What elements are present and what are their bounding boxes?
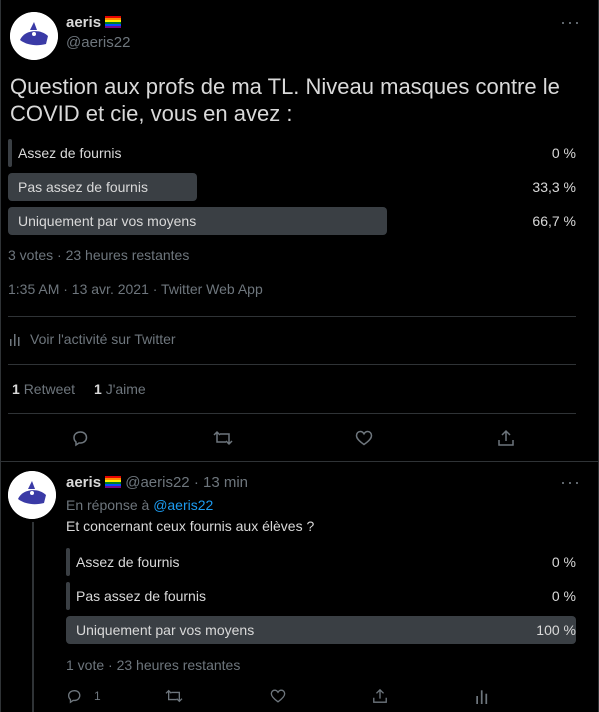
poll-option: Assez de fournis 0 % <box>8 139 576 167</box>
reply-poll-meta: 1 vote · 23 heures restantes <box>66 657 241 673</box>
avatar[interactable] <box>10 12 58 60</box>
divider <box>8 364 576 365</box>
share-icon[interactable] <box>497 429 515 447</box>
more-options-icon[interactable]: ··· <box>560 12 581 33</box>
retweets-label: Retweet <box>23 381 76 397</box>
replying-to-link[interactable]: @aeris22 <box>153 497 213 513</box>
avatar-logo-icon <box>8 471 56 519</box>
poll-option-label: Uniquement par vos moyens <box>18 213 197 229</box>
analytics-icon <box>10 334 20 346</box>
rainbow-flag-icon <box>105 476 122 488</box>
poll-option-percent: 0 % <box>551 145 576 161</box>
poll-option-label: Pas assez de fournis <box>18 179 148 195</box>
author-name[interactable]: aeris <box>66 14 122 31</box>
poll-option-percent: 0 % <box>551 588 576 604</box>
poll-bar <box>66 548 70 576</box>
poll-option-percent: 33,3 % <box>532 179 576 195</box>
divider <box>8 413 576 414</box>
divider <box>0 461 599 462</box>
reply-avatar[interactable] <box>8 471 56 519</box>
poll-option: Uniquement par vos moyens 100 % <box>66 616 576 644</box>
reply-more-options-icon[interactable]: ··· <box>560 472 581 493</box>
share-icon[interactable] <box>372 688 388 704</box>
replying-to-prefix: En réponse à <box>66 497 150 513</box>
rainbow-flag-icon <box>105 16 122 28</box>
reply-time[interactable]: · 13 min <box>194 474 248 491</box>
tweet-timestamp[interactable]: 1:35 AM · 13 avr. 2021 · Twitter Web App <box>8 281 263 297</box>
likes-count: 1 <box>94 381 102 397</box>
poll-option-percent: 66,7 % <box>532 213 576 229</box>
tweet-text-line-1: Question aux profs de ma TL. Niveau masq… <box>10 74 560 99</box>
tweet-text: Question aux profs de ma TL. Niveau masq… <box>10 73 560 127</box>
reply-text: Et concernant ceux fournis aux élèves ? <box>66 518 315 534</box>
retweets-stat[interactable]: 1 Retweet <box>12 381 75 397</box>
view-activity-link[interactable]: Voir l'activité sur Twitter <box>8 331 176 347</box>
author-name-text: aeris <box>66 14 102 31</box>
avatar-logo-icon <box>10 12 58 60</box>
reply-icon[interactable] <box>71 429 89 447</box>
poll-meta: 3 votes · 23 heures restantes <box>8 247 190 263</box>
likes-label: J'aime <box>105 381 146 397</box>
poll-bar <box>66 582 70 610</box>
tweet-text-line-2: COVID et cie, vous en avez : <box>10 101 293 126</box>
author-handle[interactable]: @aeris22 <box>66 34 130 51</box>
poll-option: Pas assez de fournis 0 % <box>66 582 576 610</box>
like-icon[interactable] <box>355 429 373 447</box>
poll-option: Pas assez de fournis 33,3 % <box>8 173 576 201</box>
poll-option-percent: 100 % <box>536 622 576 638</box>
view-activity-label: Voir l'activité sur Twitter <box>30 331 176 347</box>
replying-to: En réponse à @aeris22 <box>66 497 213 513</box>
reply-handle[interactable]: @aeris22 <box>125 474 189 491</box>
poll-bar <box>8 139 12 167</box>
retweets-count: 1 <box>12 381 20 397</box>
poll-option-label: Uniquement par vos moyens <box>76 622 255 638</box>
thread-line <box>32 522 34 712</box>
poll-option-label: Assez de fournis <box>76 554 180 570</box>
poll-option-percent: 0 % <box>551 554 576 570</box>
analytics-icon[interactable] <box>474 688 490 704</box>
retweet-icon[interactable] <box>213 429 233 447</box>
reply-icon <box>67 689 81 704</box>
poll-option-label: Pas assez de fournis <box>76 588 206 604</box>
likes-stat[interactable]: 1 J'aime <box>94 381 146 397</box>
reply-reply-button[interactable]: 1 <box>66 688 101 704</box>
reply-author-name[interactable]: aeris <box>66 474 101 491</box>
retweet-icon[interactable] <box>165 688 183 704</box>
divider <box>8 316 576 317</box>
poll-option: Assez de fournis 0 % <box>66 548 576 576</box>
poll-option: Uniquement par vos moyens 66,7 % <box>8 207 576 235</box>
reply-count: 1 <box>94 689 101 703</box>
like-icon[interactable] <box>270 688 286 704</box>
poll-option-label: Assez de fournis <box>18 145 122 161</box>
reply-header: aeris @aeris22 · 13 min <box>66 474 248 491</box>
